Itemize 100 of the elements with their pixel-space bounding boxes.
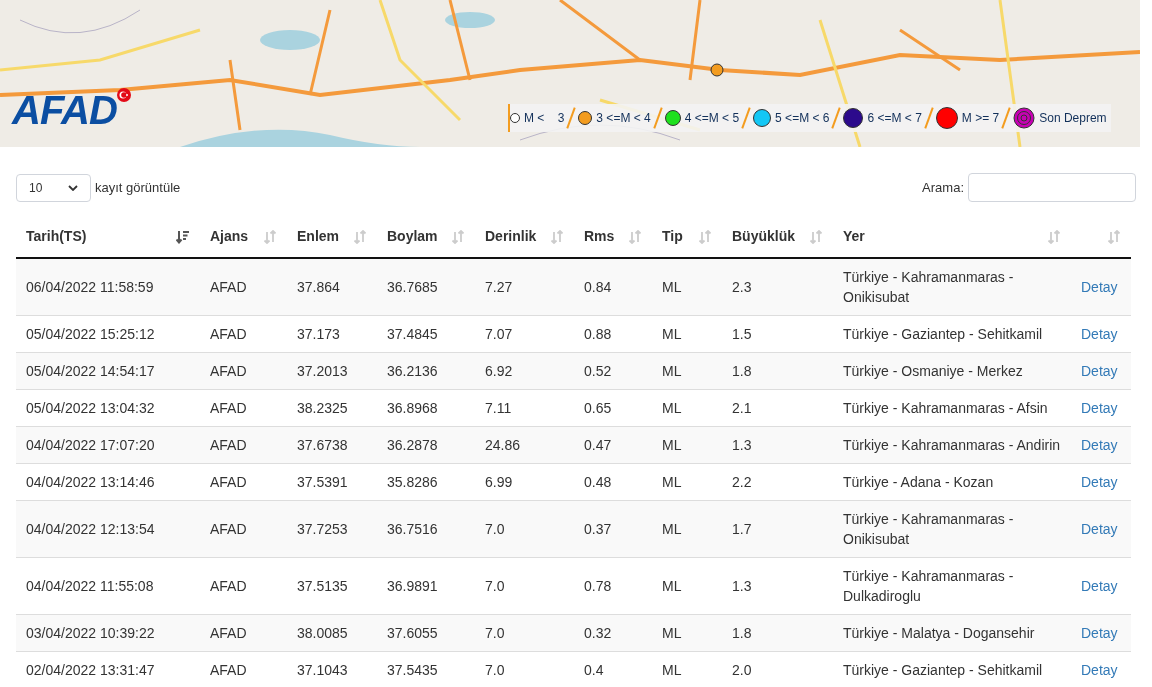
column-header[interactable]: Boylam xyxy=(377,216,475,258)
table-cell: 7.11 xyxy=(475,389,574,427)
table-cell: 36.7685 xyxy=(377,258,475,316)
detail-link[interactable]: Detay xyxy=(1081,578,1118,594)
table-cell: ML xyxy=(652,463,722,501)
column-header[interactable]: Ajans xyxy=(200,216,287,258)
table-cell: 04/04/2022 13:14:46 xyxy=(16,463,200,501)
table-cell: 24.86 xyxy=(475,426,574,464)
page-size-value: 10 xyxy=(29,179,43,197)
page-size-label: kayıt görüntüle xyxy=(95,178,181,197)
table-cell: 2.2 xyxy=(722,463,833,501)
legend-label: Son Deprem xyxy=(1039,110,1107,127)
table-cell: Türkiye - Adana - Kozan xyxy=(833,463,1071,501)
legend-label: M >= 7 xyxy=(961,110,1000,127)
column-header[interactable]: Yer xyxy=(833,216,1071,258)
table-cell: 36.7516 xyxy=(377,500,475,558)
detail-link[interactable]: Detay xyxy=(1081,279,1118,295)
table-cell: 0.32 xyxy=(574,614,652,652)
detail-link[interactable]: Detay xyxy=(1081,625,1118,641)
table-cell: ML xyxy=(652,389,722,427)
flag-icon xyxy=(116,88,131,102)
table-cell: 1.8 xyxy=(722,352,833,390)
table-cell: 03/04/2022 10:39:22 xyxy=(16,614,200,652)
sort-icon xyxy=(698,229,712,244)
table-cell: 04/04/2022 12:13:54 xyxy=(16,500,200,558)
table-cell: 0.88 xyxy=(574,315,652,353)
table-cell: 35.8286 xyxy=(377,463,475,501)
column-header[interactable]: Enlem xyxy=(287,216,377,258)
detail-link[interactable]: Detay xyxy=(1081,662,1118,678)
table-cell: AFAD xyxy=(200,651,287,687)
table-cell: 38.2325 xyxy=(287,389,377,427)
table-cell: 37.6738 xyxy=(287,426,377,464)
table-cell: AFAD xyxy=(200,258,287,316)
table-cell: 04/04/2022 11:55:08 xyxy=(16,557,200,615)
detail-link[interactable]: Detay xyxy=(1081,363,1118,379)
chevron-down-icon xyxy=(68,184,78,191)
detail-link[interactable]: Detay xyxy=(1081,400,1118,416)
table-cell: ML xyxy=(652,426,722,464)
table-cell: Türkiye - Kahramanmaras - Dulkadiroglu xyxy=(833,557,1071,615)
table-cell: Türkiye - Kahramanmaras - Onikisubat xyxy=(833,500,1071,558)
table-cell: 36.9891 xyxy=(377,557,475,615)
detail-link[interactable]: Detay xyxy=(1081,326,1118,342)
table-cell: Türkiye - Gaziantep - Sehitkamil xyxy=(833,651,1071,687)
table-cell: 37.2013 xyxy=(287,352,377,390)
column-header[interactable]: Tip xyxy=(652,216,722,258)
table-cell: 1.5 xyxy=(722,315,833,353)
sort-icon xyxy=(353,229,367,244)
legend-label: 6 <=M < 7 xyxy=(867,110,922,127)
table-cell: AFAD xyxy=(200,463,287,501)
table-cell: 37.5391 xyxy=(287,463,377,501)
search-label: Arama: xyxy=(922,178,964,197)
legend-label: 5 <=M < 6 xyxy=(775,110,830,127)
column-header[interactable]: Büyüklük xyxy=(722,216,833,258)
table-cell: Türkiye - Osmaniye - Merkez xyxy=(833,352,1071,390)
table-cell: 05/04/2022 14:54:17 xyxy=(16,352,200,390)
sort-icon xyxy=(1107,229,1121,244)
table-cell: 36.2136 xyxy=(377,352,475,390)
table-cell: 05/04/2022 13:04:32 xyxy=(16,389,200,427)
table-cell: 1.7 xyxy=(722,500,833,558)
sort-icon xyxy=(263,229,277,244)
table-cell: Türkiye - Kahramanmaras - Andirin xyxy=(833,426,1071,464)
table-cell: ML xyxy=(652,557,722,615)
logo-text: AFAD xyxy=(12,90,117,130)
detail-link[interactable]: Detay xyxy=(1081,437,1118,453)
column-header[interactable]: Derinlik xyxy=(475,216,574,258)
column-header[interactable]: Rms xyxy=(574,216,652,258)
table-cell: 6.99 xyxy=(475,463,574,501)
table-cell: 36.8968 xyxy=(377,389,475,427)
table-cell: 7.0 xyxy=(475,557,574,615)
table-cell: Türkiye - Kahramanmaras - Afsin xyxy=(833,389,1071,427)
sort-icon xyxy=(550,229,564,244)
table-cell: ML xyxy=(652,258,722,316)
table-cell: 2.1 xyxy=(722,389,833,427)
table-cell: 0.37 xyxy=(574,500,652,558)
table-cell: ML xyxy=(652,352,722,390)
table-cell: 37.1043 xyxy=(287,651,377,687)
table-cell: 37.864 xyxy=(287,258,377,316)
table-cell: 6.92 xyxy=(475,352,574,390)
detail-link[interactable]: Detay xyxy=(1081,521,1118,537)
table-cell: 05/04/2022 15:25:12 xyxy=(16,315,200,353)
table-cell: ML xyxy=(652,614,722,652)
page-size-select[interactable]: 10 xyxy=(16,173,91,202)
table-cell: 0.52 xyxy=(574,352,652,390)
table-cell: 1.8 xyxy=(722,614,833,652)
table-cell: 0.4 xyxy=(574,651,652,687)
detail-link[interactable]: Detay xyxy=(1081,474,1118,490)
table-cell: Türkiye - Malatya - Dogansehir xyxy=(833,614,1071,652)
table-cell: AFAD xyxy=(200,426,287,464)
table-cell: 37.6055 xyxy=(377,614,475,652)
column-header[interactable]: Tarih(TS) xyxy=(16,216,200,258)
table-cell: AFAD xyxy=(200,389,287,427)
table-cell: 04/04/2022 17:07:20 xyxy=(16,426,200,464)
table-cell: 0.78 xyxy=(574,557,652,615)
table-cell: AFAD xyxy=(200,557,287,615)
table-cell: 02/04/2022 13:31:47 xyxy=(16,651,200,687)
table-cell: 37.4845 xyxy=(377,315,475,353)
search-field[interactable] xyxy=(968,173,1136,202)
sort-icon xyxy=(451,229,465,244)
table-cell: 06/04/2022 11:58:59 xyxy=(16,258,200,316)
table-cell: 7.07 xyxy=(475,315,574,353)
